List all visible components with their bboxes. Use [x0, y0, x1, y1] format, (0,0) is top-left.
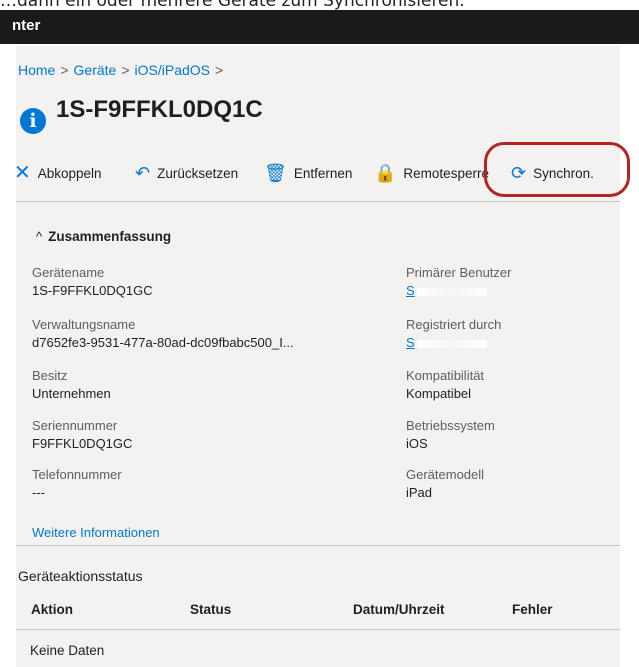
remote-lock-label: Remotesperre	[403, 165, 489, 181]
field-primary-user: Primärer Benutzer S	[406, 265, 511, 298]
field-label: Primärer Benutzer	[406, 265, 512, 280]
field-label: Gerätemodell	[406, 467, 485, 482]
field-label: Kompatibilität	[406, 368, 485, 383]
reset-button[interactable]: ↶ Zurücksetzen	[135, 160, 238, 186]
field-label: Besitz	[32, 368, 68, 383]
field-value: ---	[32, 485, 45, 500]
sync-icon: ⟳	[511, 163, 527, 183]
breadcrumb-separator: >	[60, 62, 69, 78]
field-value: F9FFKL0DQ1GC	[32, 436, 133, 451]
redacted-mask	[416, 287, 487, 296]
field-value: Kompatibel	[406, 386, 472, 401]
sync-button[interactable]: ⟳ Synchron.	[511, 160, 594, 186]
field-compliance: Kompatibilität Kompatibel	[406, 368, 484, 401]
column-header-action: Aktion	[31, 602, 73, 617]
field-device-model: Gerätemodell iPad	[406, 467, 484, 500]
remove-label: Entfernen	[293, 165, 353, 181]
column-header-error: Fehler	[512, 602, 553, 617]
summary-toggle[interactable]: ^ Zusammenfassung	[36, 229, 171, 244]
field-label: Seriennummer	[32, 418, 118, 433]
toolbar-divider	[16, 201, 620, 202]
trash-icon: 🗑	[264, 163, 287, 183]
field-value: iPad	[406, 485, 433, 500]
field-value: 1S-F9FFKL0DQ1GC	[32, 283, 153, 298]
info-icon: i	[20, 108, 46, 134]
summary-divider	[16, 545, 620, 546]
summary-heading: Zusammenfassung	[48, 229, 172, 244]
remote-lock-button[interactable]: 🔒 Remotesperre	[374, 160, 489, 186]
disconnect-label: Abkoppeln	[37, 165, 102, 181]
field-device-name: Gerätename 1S-F9FFKL0DQ1GC	[32, 265, 153, 298]
disconnect-button[interactable]: ✕ Abkoppeln	[14, 160, 102, 186]
field-value: Unternehmen	[32, 386, 111, 401]
field-value: iOS	[406, 436, 428, 451]
field-enrolled-by: Registriert durch S	[406, 317, 501, 350]
enrolled-by-link[interactable]: S	[406, 335, 501, 350]
close-x-icon: ✕	[14, 162, 31, 184]
chevron-up-icon: ^	[36, 229, 43, 244]
top-bar-title: nter	[12, 17, 41, 34]
top-bar: nter	[0, 10, 639, 44]
field-phone-number: Telefonnummer ---	[32, 467, 122, 500]
more-info-link[interactable]: Weitere Informationen	[32, 525, 160, 540]
field-management-name: Verwaltungsname d7652fe3-9531-477a-80ad-…	[32, 317, 294, 350]
undo-icon: ↶	[135, 163, 151, 183]
field-ownership: Besitz Unternehmen	[32, 368, 111, 401]
table-header-divider	[16, 629, 620, 630]
field-operating-system: Betriebssystem iOS	[406, 418, 495, 451]
field-serial-number: Seriennummer F9FFKL0DQ1GC	[32, 418, 132, 451]
field-label: Gerätename	[32, 265, 105, 280]
remove-button[interactable]: 🗑 Entfernen	[264, 160, 352, 186]
empty-state-text: Keine Daten	[30, 643, 105, 658]
column-header-datetime: Datum/Uhrzeit	[353, 602, 445, 617]
page-title: 1S-F9FFKL0DQ1C	[56, 96, 263, 123]
breadcrumb-home[interactable]: Home	[18, 62, 55, 78]
field-label: Betriebssystem	[406, 418, 495, 433]
lock-icon: 🔒	[374, 163, 397, 183]
sync-label: Synchron.	[533, 165, 594, 181]
primary-user-link[interactable]: S	[406, 283, 511, 298]
breadcrumb-separator: >	[215, 62, 224, 78]
column-header-status: Status	[190, 602, 232, 617]
breadcrumb-separator: >	[121, 62, 130, 78]
field-value: d7652fe3-9531-477a-80ad-dc09fbabc500_I..…	[32, 335, 294, 350]
field-label: Verwaltungsname	[32, 317, 136, 332]
breadcrumb-devices[interactable]: Geräte	[74, 62, 117, 78]
action-status-title: Geräteaktionsstatus	[18, 568, 143, 584]
reset-label: Zurücksetzen	[157, 165, 239, 181]
field-label: Telefonnummer	[32, 467, 122, 482]
redacted-mask	[416, 339, 487, 348]
breadcrumb: Home > Geräte > iOS/iPadOS >	[18, 62, 228, 78]
breadcrumb-ios-ipados[interactable]: iOS/iPadOS	[135, 62, 210, 78]
field-label: Registriert durch	[406, 317, 502, 332]
